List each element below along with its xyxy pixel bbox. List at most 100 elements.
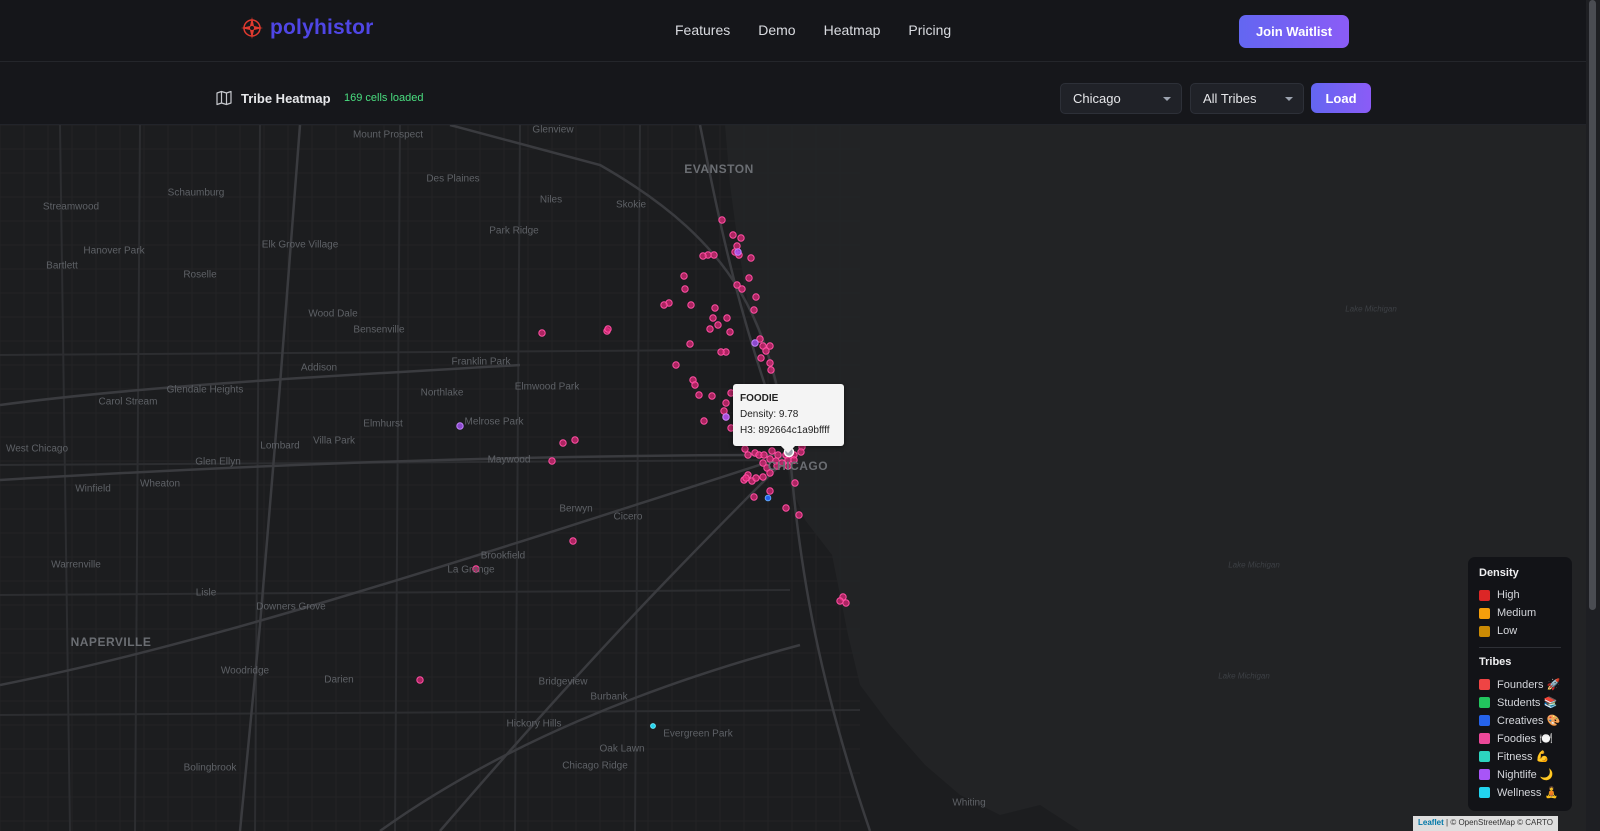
- swatch: [1479, 625, 1490, 637]
- nav-link-features[interactable]: Features: [675, 22, 730, 38]
- legend-density-title: Density: [1479, 567, 1519, 579]
- swatch: [1479, 678, 1490, 690]
- nav-link-pricing[interactable]: Pricing: [908, 22, 951, 38]
- leaflet-link[interactable]: Leaflet: [1418, 818, 1444, 827]
- map-place-label: Wheaton: [139, 478, 181, 490]
- legend-label: Students 📚: [1497, 696, 1558, 709]
- map-place-label: Darien: [324, 674, 354, 686]
- foodie-cell: [717, 348, 725, 356]
- foodie-cell: [774, 451, 782, 459]
- foodie-cell: [729, 231, 737, 239]
- foodie-cell: [797, 448, 805, 456]
- nav-link-heatmap[interactable]: Heatmap: [824, 22, 881, 38]
- map-place-label: Elmwood Park: [514, 381, 580, 393]
- nightlife-cell: [456, 422, 464, 430]
- map-place-label: Brookfield: [480, 550, 526, 562]
- map-place-label: Elmhurst: [363, 418, 403, 430]
- foodie-cell: [759, 473, 767, 481]
- map-place-label: Chicago Ridge: [562, 760, 628, 772]
- foodie-cell: [760, 451, 768, 459]
- page-title: Tribe Heatmap: [241, 90, 331, 106]
- foodie-cell: [710, 251, 718, 259]
- map-canvas[interactable]: Mount Prospect Glenview EVANSTON Schaumburg…: [0, 125, 1586, 831]
- swatch: [1479, 750, 1490, 762]
- map-place-label: Maywood: [487, 454, 531, 466]
- brand-logo[interactable]: polyhistor: [240, 16, 374, 40]
- nightlife-cell: [734, 248, 742, 256]
- map-icon: [216, 90, 232, 106]
- tribe-select[interactable]: All Tribes: [1190, 83, 1304, 114]
- map-place-label: Lisle: [195, 587, 217, 599]
- foodie-cell: [733, 242, 741, 250]
- foodie-cell: [695, 391, 703, 399]
- foodie-cell: [681, 285, 689, 293]
- nav-link-demo[interactable]: Demo: [758, 22, 795, 38]
- foodie-cell: [680, 272, 688, 280]
- tooltip-h3: H3: 892664c1a9bffff: [740, 425, 830, 436]
- foodie-cell: [714, 321, 722, 329]
- foodie-cell: [538, 329, 546, 337]
- map-place-label: Lombard: [260, 440, 300, 452]
- legend-label: Wellness 🧘: [1497, 786, 1559, 799]
- foodie-cell: [726, 328, 734, 336]
- map-place-label: Des Plaines: [426, 173, 480, 185]
- map-place-label: Winfield: [75, 483, 111, 495]
- map-place-label: Mount Prospect: [352, 129, 424, 141]
- map-place-label: Bridgeview: [538, 676, 588, 688]
- map-place-label: Wood Dale: [308, 308, 358, 320]
- load-button[interactable]: Load: [1311, 83, 1371, 113]
- foodie-cell: [762, 347, 770, 355]
- map-place-label: Bensenville: [353, 324, 405, 336]
- swatch: [1479, 768, 1490, 780]
- swatch: [1479, 607, 1490, 619]
- scrollbar-thumb[interactable]: [1589, 0, 1596, 610]
- tooltip-title: FOODIE: [740, 393, 779, 404]
- legend-density-high: High: [1479, 586, 1561, 604]
- map-place-label: Lake Michigan: [1345, 304, 1397, 314]
- foodie-cell: [766, 487, 774, 495]
- city-select[interactable]: Chicago: [1060, 83, 1182, 114]
- legend-label: Foodies 🍽️: [1497, 732, 1553, 745]
- foodie-cell: [686, 340, 694, 348]
- foodie-cell: [836, 597, 844, 605]
- foodie-cell: [416, 676, 424, 684]
- top-navbar: polyhistor Features Demo Heatmap Pricing…: [0, 0, 1586, 62]
- chevron-down-icon: [1163, 97, 1171, 101]
- foodie-cell: [737, 234, 745, 242]
- legend-label: Fitness 💪: [1497, 750, 1550, 763]
- legend-label: High: [1497, 589, 1520, 601]
- foodie-cell: [718, 216, 726, 224]
- foodie-cell: [699, 252, 707, 260]
- map-place-label: Roselle: [183, 269, 217, 281]
- join-waitlist-button[interactable]: Join Waitlist: [1239, 15, 1349, 48]
- foodie-cell: [709, 314, 717, 322]
- foodie-cell: [700, 417, 708, 425]
- map-place-label: Skokie: [615, 199, 647, 211]
- map-place-label: Villa Park: [312, 435, 356, 447]
- nightlife-cell: [751, 339, 759, 347]
- attribution-text: | © OpenStreetMap © CARTO: [1443, 818, 1553, 827]
- swatch: [1479, 589, 1490, 601]
- swatch: [1479, 696, 1490, 708]
- foodie-cell: [708, 392, 716, 400]
- compass-logo-icon: [241, 17, 263, 39]
- foodie-cell: [744, 451, 752, 459]
- legend-tribe-founders: Founders 🚀: [1479, 675, 1561, 693]
- map-place-label: NAPERVILLE: [70, 635, 152, 649]
- nightlife-cell: [722, 413, 730, 421]
- legend-label: Founders 🚀: [1497, 678, 1561, 691]
- legend-tribe-fitness: Fitness 💪: [1479, 747, 1561, 765]
- foodie-cell: [604, 325, 612, 333]
- map-place-label: Addison: [300, 362, 338, 374]
- foodie-cell: [767, 366, 775, 374]
- map-place-label: La Grange: [447, 564, 495, 576]
- map-tiles[interactable]: [0, 125, 1586, 831]
- page-scrollbar[interactable]: [1586, 0, 1600, 831]
- map-place-label: Whiting: [952, 797, 986, 809]
- city-select-value: Chicago: [1073, 91, 1121, 106]
- foodie-cell: [842, 599, 850, 607]
- swatch: [1479, 732, 1490, 744]
- map-place-label: Downers Grove: [256, 601, 326, 613]
- legend-tribe-wellness: Wellness 🧘: [1479, 783, 1561, 801]
- tooltip-density: Density: 9.78: [740, 409, 799, 420]
